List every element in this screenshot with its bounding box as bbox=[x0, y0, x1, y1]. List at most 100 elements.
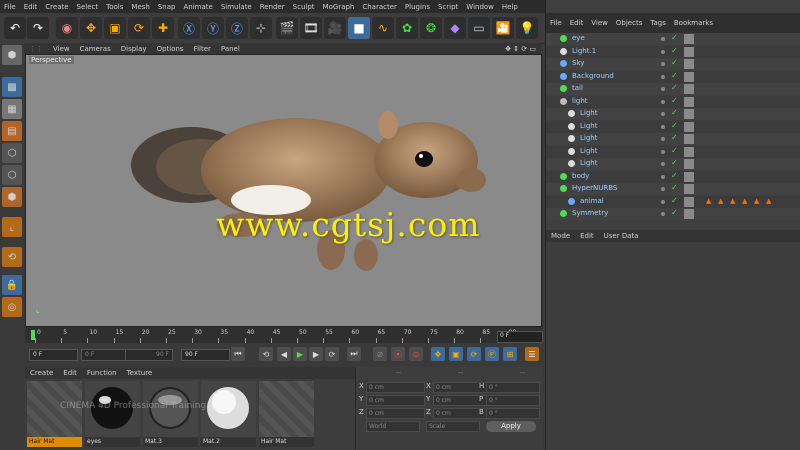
position-field[interactable]: 0 cm bbox=[366, 382, 425, 393]
visibility-dot-icon[interactable] bbox=[661, 137, 665, 141]
material-tag-icon[interactable] bbox=[684, 184, 694, 194]
hair-tag-icon[interactable]: ▲ bbox=[742, 197, 747, 205]
recent-tools-icon[interactable]: ✚ bbox=[152, 17, 174, 39]
world-dropdown[interactable]: World bbox=[366, 421, 420, 432]
object-menu-item[interactable]: Tags bbox=[646, 19, 670, 27]
object-row[interactable]: Light ✓ bbox=[546, 120, 800, 133]
hair-tag-icon[interactable]: ▲ bbox=[706, 197, 711, 205]
enabled-check-icon[interactable]: ✓ bbox=[671, 196, 678, 205]
enabled-check-icon[interactable]: ✓ bbox=[671, 71, 678, 80]
attribute-menu-item[interactable]: User Data bbox=[599, 232, 644, 240]
go-to-end-icon[interactable]: ⏭ bbox=[347, 347, 361, 361]
material-tag-icon[interactable] bbox=[684, 196, 694, 207]
x-axis-icon[interactable]: Ⓧ bbox=[178, 17, 200, 39]
enabled-check-icon[interactable]: ✓ bbox=[671, 133, 678, 142]
axis-mode-icon[interactable]: ⌞ bbox=[2, 217, 22, 237]
autokey-icon[interactable]: ⦿ bbox=[391, 347, 405, 361]
points-mode-icon[interactable]: ⬡ bbox=[2, 143, 22, 163]
object-row[interactable]: Light ✓ bbox=[546, 145, 800, 158]
object-name[interactable]: body bbox=[572, 172, 589, 180]
object-name[interactable]: animal bbox=[580, 197, 604, 205]
material-swatch[interactable]: Mat.2 bbox=[201, 381, 256, 447]
enabled-check-icon[interactable]: ✓ bbox=[671, 183, 678, 192]
material-menu-item[interactable]: Create bbox=[25, 369, 58, 377]
object-row[interactable]: light ✓ bbox=[546, 95, 800, 108]
menu-item[interactable]: Help bbox=[498, 3, 522, 11]
viewport-nav-icons[interactable]: ✥ ⇕ ⟳ ▭ bbox=[500, 45, 541, 53]
object-row[interactable]: Symmetry ✓ bbox=[546, 208, 800, 220]
object-row[interactable]: animal ✓ ▲ ▲ ▲ ▲ ▲ ▲ bbox=[546, 195, 800, 208]
visibility-dot-icon[interactable] bbox=[661, 74, 665, 79]
visibility-dot-icon[interactable] bbox=[661, 99, 665, 104]
object-name[interactable]: Light bbox=[580, 147, 597, 155]
object-menu-item[interactable]: Bookmarks bbox=[670, 19, 717, 27]
enabled-check-icon[interactable]: ✓ bbox=[671, 83, 678, 92]
previous-key-icon[interactable]: ⟲ bbox=[259, 347, 273, 361]
current-frame-field[interactable]: 0 F bbox=[497, 331, 543, 343]
spline-pen-icon[interactable]: ∿ bbox=[372, 17, 394, 39]
object-name[interactable]: light bbox=[572, 97, 588, 105]
next-key-icon[interactable]: ⟳ bbox=[325, 347, 339, 361]
enabled-check-icon[interactable]: ✓ bbox=[671, 158, 678, 167]
polygons-mode-icon[interactable]: ⬢ bbox=[2, 187, 22, 207]
object-row[interactable]: eye ✓ bbox=[546, 33, 800, 45]
viewport-menu-item[interactable]: Options bbox=[152, 45, 189, 53]
menu-item[interactable]: Render bbox=[256, 3, 289, 11]
hair-tag-icon[interactable]: ▲ bbox=[754, 197, 759, 205]
visibility-dot-icon[interactable] bbox=[661, 124, 665, 129]
start-frame-field[interactable]: 0 F bbox=[29, 349, 78, 361]
material-tag-icon[interactable] bbox=[684, 121, 694, 132]
hair-tag-icon[interactable]: ▲ bbox=[730, 197, 735, 205]
object-name[interactable]: Light bbox=[580, 109, 597, 117]
object-name[interactable]: Light bbox=[580, 122, 597, 130]
material-menu-item[interactable]: Texture bbox=[122, 369, 158, 377]
menu-item[interactable]: Create bbox=[41, 3, 72, 11]
cube-object-icon[interactable]: ■ bbox=[348, 17, 370, 39]
hair-tag-icon[interactable]: ▲ bbox=[718, 197, 723, 205]
material-tag-icon[interactable] bbox=[684, 84, 694, 94]
attribute-menu-item[interactable]: Mode bbox=[546, 232, 575, 240]
visibility-dot-icon[interactable] bbox=[661, 199, 665, 204]
enabled-check-icon[interactable]: ✓ bbox=[671, 121, 678, 130]
enabled-check-icon[interactable]: ✓ bbox=[671, 171, 678, 180]
tweak-mode-icon[interactable]: ⟲ bbox=[2, 247, 22, 267]
visibility-dot-icon[interactable] bbox=[661, 112, 665, 116]
menu-item[interactable]: Simulate bbox=[217, 3, 256, 11]
rotate-icon[interactable]: ⟳ bbox=[128, 17, 150, 39]
object-name[interactable]: Sky bbox=[572, 59, 584, 67]
material-tag-icon[interactable] bbox=[684, 96, 694, 107]
menu-item[interactable]: Animate bbox=[179, 3, 216, 11]
object-name[interactable]: Light bbox=[580, 159, 597, 167]
object-row[interactable]: Sky ✓ bbox=[546, 58, 800, 70]
render-picture-viewer-icon[interactable]: 🎞 bbox=[300, 17, 322, 39]
material-tag-icon[interactable] bbox=[684, 71, 694, 82]
redo-icon[interactable]: ↷ bbox=[27, 17, 49, 39]
object-name[interactable]: Background bbox=[572, 72, 614, 80]
end-frame-field[interactable]: 90 F bbox=[181, 349, 230, 361]
material-tag-icon[interactable] bbox=[684, 171, 694, 182]
material-tag-icon[interactable] bbox=[684, 209, 694, 219]
scale-dropdown[interactable]: Scale bbox=[426, 421, 480, 432]
object-name[interactable]: Symmetry bbox=[572, 209, 608, 217]
perspective-viewport[interactable]: Perspective www.cgtsj.com ⌞ bbox=[25, 54, 542, 327]
visibility-dot-icon[interactable] bbox=[661, 49, 665, 54]
enabled-check-icon[interactable]: ✓ bbox=[671, 146, 678, 155]
object-row[interactable]: Light ✓ bbox=[546, 133, 800, 145]
pla-key-icon[interactable]: ⊞ bbox=[503, 347, 517, 361]
material-tag-icon[interactable] bbox=[684, 134, 694, 144]
menu-item[interactable]: Snap bbox=[154, 3, 180, 11]
next-frame-icon[interactable]: ▶ bbox=[309, 347, 323, 361]
object-menu-item[interactable]: Edit bbox=[566, 19, 588, 27]
enabled-check-icon[interactable]: ✓ bbox=[671, 46, 678, 55]
position-key-icon[interactable]: ✥ bbox=[431, 347, 445, 361]
object-menu-item[interactable]: View bbox=[587, 19, 612, 27]
apply-button[interactable]: Apply bbox=[486, 421, 536, 432]
material-swatch[interactable]: Hair Mat bbox=[259, 381, 314, 447]
texture-mode-icon[interactable]: ▦ bbox=[2, 99, 22, 119]
material-tag-icon[interactable] bbox=[684, 34, 694, 44]
parameter-key-icon[interactable]: Ⓟ bbox=[485, 347, 499, 361]
material-swatch[interactable]: eyes bbox=[85, 381, 140, 447]
viewport-menu-item[interactable]: Display bbox=[116, 45, 152, 53]
z-axis-icon[interactable]: Ⓩ bbox=[226, 17, 248, 39]
hair-tag-icon[interactable]: ▲ bbox=[766, 197, 771, 205]
